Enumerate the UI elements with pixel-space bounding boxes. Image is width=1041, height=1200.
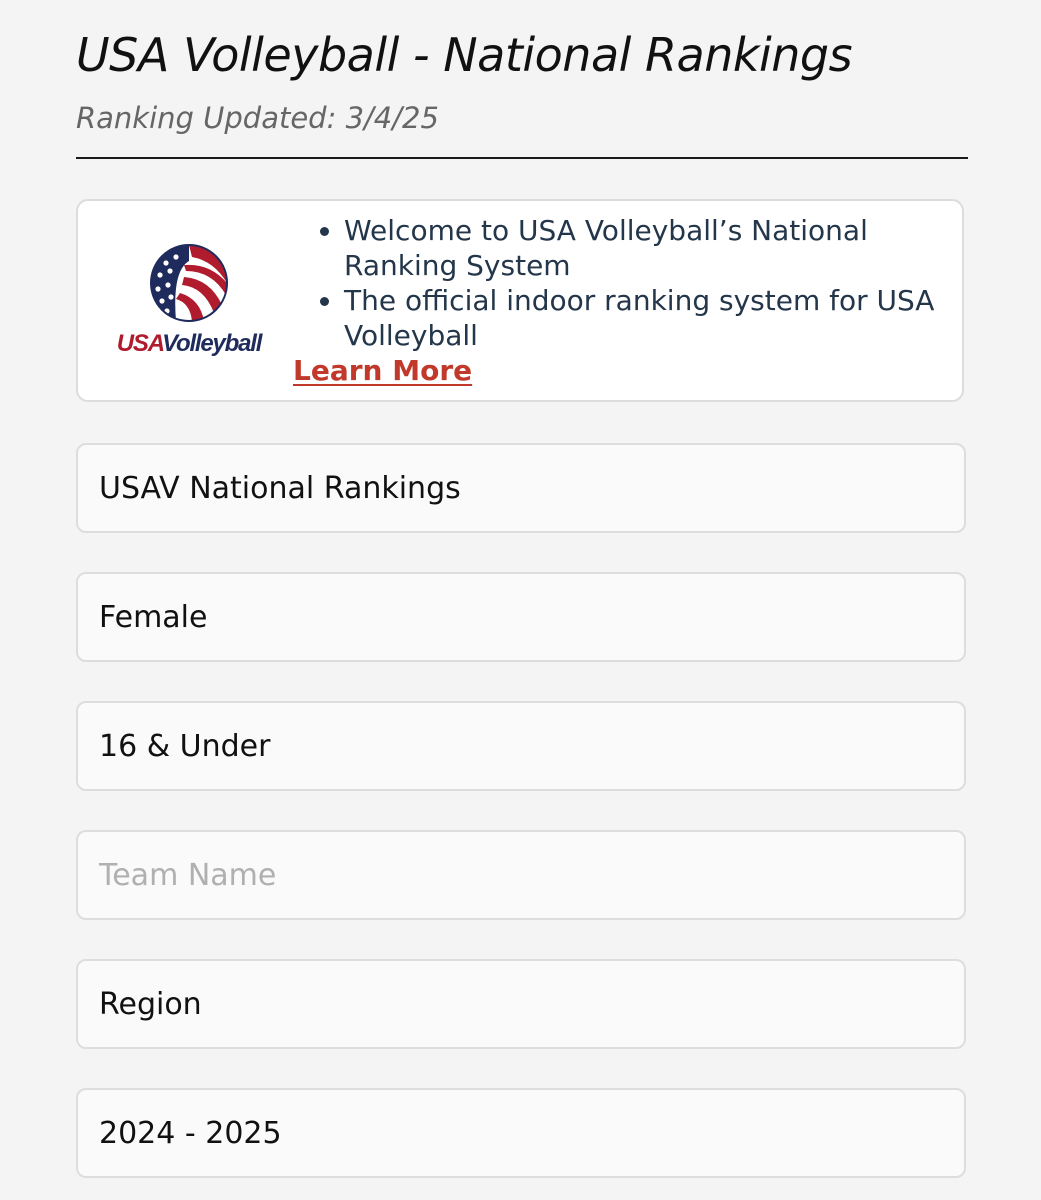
age-group-select[interactable]: 16 & Under (76, 701, 966, 791)
usa-volleyball-logo: USAVolleyball (114, 241, 264, 371)
age-group-value: 16 & Under (99, 728, 271, 764)
region-select[interactable]: Region (76, 959, 966, 1049)
info-bullet-item: Welcome to USA Volleyball’s National Ran… (320, 213, 944, 283)
info-card: USAVolleyball Welcome to USA Volleyball’… (76, 199, 964, 402)
info-bullet-list: Welcome to USA Volleyball’s National Ran… (320, 213, 944, 353)
header-divider (76, 157, 968, 159)
gender-select[interactable]: Female (76, 572, 966, 662)
ranking-type-select[interactable]: USAV National Rankings (76, 443, 966, 533)
page-title: USA Volleyball - National Rankings (76, 28, 853, 82)
logo-wordmark: USAVolleyball (114, 329, 264, 359)
region-value: Region (99, 986, 202, 1022)
ranking-updated-date: Ranking Updated: 3/4/25 (76, 101, 439, 135)
season-value: 2024 - 2025 (99, 1115, 282, 1151)
season-select[interactable]: 2024 - 2025 (76, 1088, 966, 1178)
learn-more-link[interactable]: Learn More (293, 353, 472, 389)
team-name-input[interactable]: Team Name (76, 830, 966, 920)
volleyball-icon (150, 244, 228, 322)
ranking-type-value: USAV National Rankings (99, 470, 461, 506)
info-bullet-item: The official indoor ranking system for U… (320, 283, 944, 353)
gender-value: Female (99, 599, 208, 635)
team-name-placeholder: Team Name (99, 857, 277, 893)
bullet-icon (320, 297, 329, 306)
info-bullet-text: Welcome to USA Volleyball’s National Ran… (344, 214, 868, 282)
bullet-icon (320, 227, 329, 236)
info-bullet-text: The official indoor ranking system for U… (344, 284, 935, 352)
logo-text-volleyball: Volleyball (162, 330, 262, 357)
logo-text-usa: USA (116, 330, 164, 357)
